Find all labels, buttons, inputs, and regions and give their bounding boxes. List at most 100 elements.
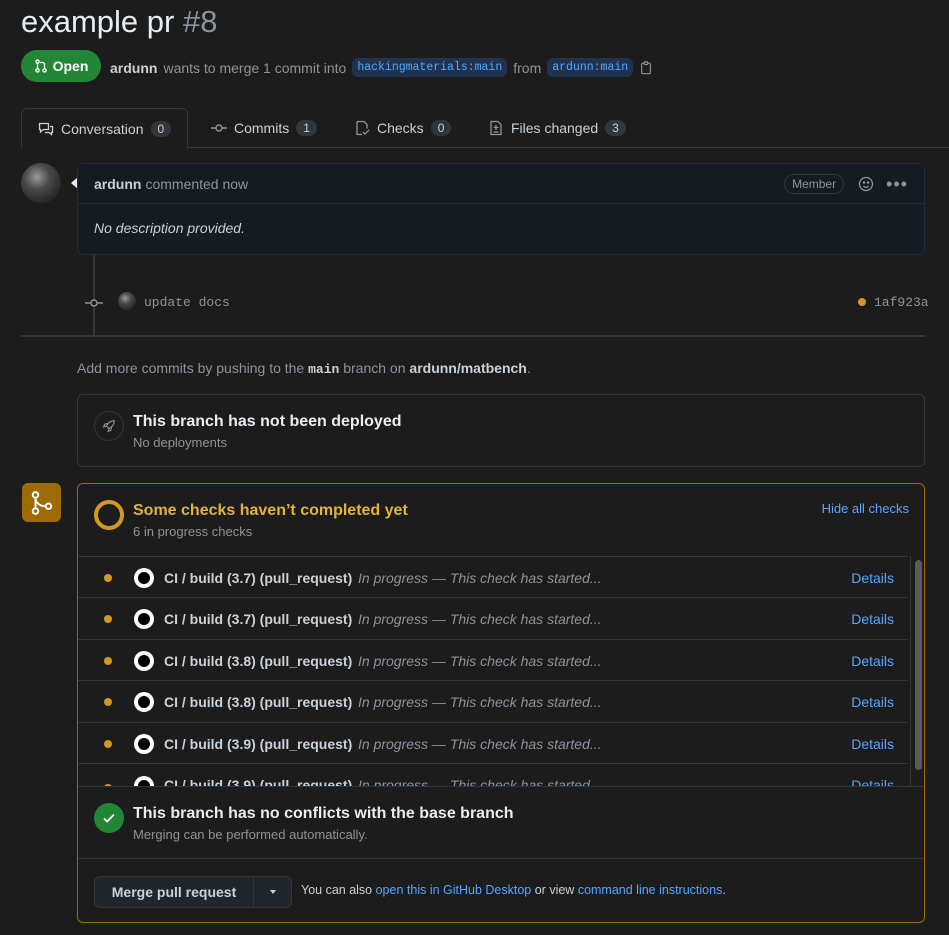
copy-icon[interactable]	[639, 60, 653, 75]
triangle-down-icon	[269, 890, 276, 894]
tab-label: Files changed	[511, 120, 599, 136]
details-link[interactable]: Details	[851, 736, 894, 752]
comment-header: ardunn commented now Member •••	[78, 164, 924, 204]
commit-author-avatar[interactable]	[118, 292, 136, 310]
tab-commits[interactable]: Commits 1	[211, 108, 317, 148]
details-link[interactable]: Details	[851, 570, 894, 586]
commit-status-dot[interactable]	[858, 298, 866, 306]
comment-body: No description provided.	[94, 220, 245, 236]
check-row: CI / build (3.7) (pull_request) In progr…	[78, 597, 908, 639]
comment-author[interactable]: ardunn	[94, 176, 141, 192]
base-branch[interactable]: hackingmaterials:main	[352, 58, 508, 77]
pr-meta: ardunn wants to merge 1 commit into hack…	[110, 58, 653, 77]
pending-dot	[104, 739, 112, 748]
check-status: In progress — This check has started...	[358, 693, 602, 710]
push-hint-repo[interactable]: ardunn/matbench	[409, 360, 526, 376]
pr-number: #8	[182, 4, 218, 39]
checks-subtitle: 6 in progress checks	[133, 524, 253, 539]
smiley-icon[interactable]	[858, 176, 874, 192]
rocket-icon	[94, 411, 124, 441]
check-name: CI / build (3.9) (pull_request)	[164, 777, 353, 786]
commit-icon	[211, 124, 227, 132]
check-name: CI / build (3.9) (pull_request)	[164, 735, 353, 752]
commit-sha[interactable]: 1af923a	[874, 295, 929, 310]
tab-count: 1	[296, 120, 317, 136]
pr-tabs: Conversation 0 Commits 1 Checks 0 Files …	[21, 108, 949, 149]
pr-title: example pr	[21, 4, 175, 39]
checklist-icon	[356, 120, 370, 136]
author-avatar[interactable]	[21, 163, 61, 203]
tab-files-changed[interactable]: Files changed 3	[488, 108, 626, 148]
push-hint-prefix: Add more commits by pushing to the	[77, 360, 305, 376]
deployment-subtitle: No deployments	[133, 435, 227, 450]
check-status: In progress — This check has started...	[358, 735, 602, 752]
commit-message[interactable]: update docs	[144, 295, 230, 310]
comment-box: ardunn commented now Member ••• No descr…	[77, 163, 925, 255]
timeline-divider	[21, 335, 925, 337]
pr-state-badge: Open	[21, 50, 101, 82]
head-branch[interactable]: ardunn:main	[547, 58, 634, 77]
comment-action: commented now	[145, 175, 249, 192]
checks-scrollbar[interactable]	[910, 556, 924, 786]
cli-link[interactable]: command line instructions	[578, 883, 723, 897]
pending-dot	[104, 697, 112, 706]
check-row: CI / build (3.8) (pull_request) In progr…	[78, 639, 908, 681]
timeline-line	[93, 255, 95, 335]
check-name: CI / build (3.7) (pull_request)	[164, 569, 353, 586]
tab-conversation[interactable]: Conversation 0	[21, 108, 189, 149]
check-status: In progress — This check has started...	[358, 569, 602, 586]
check-status: In progress — This check has started...	[358, 652, 602, 669]
details-link[interactable]: Details	[851, 611, 894, 627]
deployment-title: This branch has not been deployed	[133, 413, 402, 430]
pending-dot	[104, 614, 112, 623]
tab-count: 0	[150, 120, 172, 137]
comment-discussion-icon	[38, 122, 54, 136]
tab-label: Commits	[234, 120, 290, 136]
commit-icon	[85, 296, 103, 312]
scrollbar-thumb[interactable]	[915, 560, 922, 770]
page-title: example pr #8	[21, 4, 217, 40]
conflicts-title: This branch has no conflicts with the ba…	[133, 805, 514, 822]
pull-request-icon	[34, 59, 47, 73]
deployment-box: This branch has not been deployed No dep…	[77, 394, 925, 467]
details-link[interactable]: Details	[851, 694, 894, 710]
check-status: In progress — This check has started...	[358, 777, 602, 786]
merge-hint-prefix: You can also	[301, 883, 373, 897]
from-text: from	[513, 59, 542, 76]
pr-state-label: Open	[52, 58, 89, 74]
push-hint-branch: main	[308, 362, 340, 377]
git-merge-icon	[22, 483, 61, 522]
conflicts-subtitle: Merging can be performed automatically.	[133, 827, 368, 842]
github-icon	[134, 733, 154, 754]
merge-hint-suffix: .	[722, 883, 726, 897]
github-icon	[134, 567, 154, 588]
merge-hint-middle: or view	[534, 883, 575, 897]
check-name: CI / build (3.7) (pull_request)	[164, 610, 353, 627]
kebab-horizontal-icon[interactable]: •••	[886, 175, 908, 193]
tab-checks[interactable]: Checks 0	[354, 108, 452, 148]
check-name: CI / build (3.8) (pull_request)	[164, 652, 353, 669]
divider	[78, 786, 924, 787]
author-link[interactable]: ardunn	[110, 60, 157, 76]
checks-list[interactable]: CI / build (3.7) (pull_request) In progr…	[78, 556, 924, 786]
check-name: CI / build (3.8) (pull_request)	[164, 693, 353, 710]
tab-count: 0	[430, 120, 452, 136]
check-row: CI / build (3.8) (pull_request) In progr…	[78, 680, 908, 722]
push-hint: Add more commits by pushing to the main …	[77, 360, 531, 377]
merge-options-button[interactable]	[254, 889, 291, 895]
tab-count: 3	[605, 120, 626, 136]
push-hint-middle: branch on	[343, 360, 406, 376]
hide-checks-link[interactable]: Hide all checks	[822, 501, 909, 516]
details-link[interactable]: Details	[851, 653, 894, 669]
check-row: CI / build (3.7) (pull_request) In progr…	[78, 556, 908, 598]
check-status: In progress — This check has started...	[358, 610, 602, 627]
check-row: CI / build (3.9) (pull_request) In progr…	[78, 763, 908, 786]
desktop-link[interactable]: open this in GitHub Desktop	[376, 883, 532, 897]
check-row: CI / build (3.9) (pull_request) In progr…	[78, 722, 908, 764]
details-link[interactable]: Details	[851, 777, 894, 786]
divider	[78, 858, 924, 859]
merge-button[interactable]: Merge pull request	[95, 884, 253, 900]
tab-label: Checks	[377, 120, 424, 136]
merge-box: Some checks haven’t completed yet 6 in p…	[77, 483, 925, 923]
check-circle-icon	[94, 803, 124, 833]
